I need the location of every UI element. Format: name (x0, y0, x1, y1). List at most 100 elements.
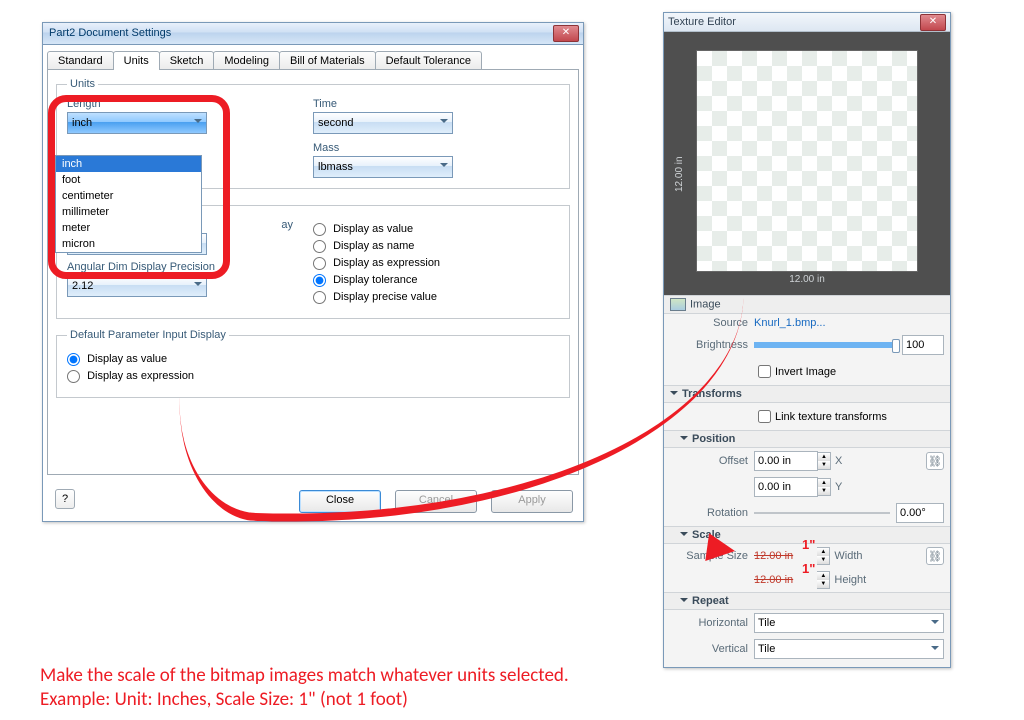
tab-modeling[interactable]: Modeling (213, 51, 280, 70)
radio-param-value[interactable]: Display as value (67, 353, 167, 365)
radio-display-name[interactable]: Display as name (313, 240, 414, 252)
tab-strip: StandardUnitsSketchModelingBill of Mater… (47, 51, 583, 70)
mass-combo[interactable]: lbmass (313, 156, 453, 178)
texture-preview (696, 50, 918, 272)
tab-bill-of-materials[interactable]: Bill of Materials (279, 51, 376, 70)
repeat-v-select[interactable]: Tile (754, 639, 944, 659)
invert-image-label: Invert Image (775, 366, 836, 378)
close-icon[interactable]: ✕ (553, 25, 579, 42)
radio-display-tolerance[interactable]: Display tolerance (313, 274, 417, 286)
annotation-text: Make the scale of the bitmap images matc… (40, 664, 569, 712)
offset-x-input[interactable] (754, 451, 818, 471)
time-label: Time (313, 98, 559, 110)
link-transforms-label: Link texture transforms (775, 411, 887, 423)
length-value: inch (72, 117, 92, 129)
height-caption: Height (834, 574, 866, 586)
spinner-buttons[interactable]: ▲▼ (818, 452, 831, 470)
brightness-slider[interactable] (754, 338, 896, 352)
close-button[interactable]: Close (299, 490, 381, 513)
source-row: Source Knurl_1.bmp... (664, 314, 950, 332)
invert-image-checkbox[interactable] (758, 365, 771, 378)
rotation-value[interactable] (896, 503, 944, 523)
document-settings-dialog: Part2 Document Settings ✕ StandardUnitsS… (42, 22, 584, 522)
brightness-label: Brightness (670, 339, 748, 351)
texture-editor-dialog: Texture Editor ✕ 12.00 in 12.00 in Image… (663, 12, 951, 668)
image-icon (670, 298, 686, 311)
tab-page-units: Units Length inch Time second (47, 69, 579, 475)
texture-editor-titlebar: Texture Editor ✕ (664, 13, 950, 32)
chevron-down-icon (440, 119, 448, 127)
length-option-foot[interactable]: foot (56, 172, 201, 188)
help-icon[interactable]: ? (55, 489, 75, 509)
link-icon[interactable]: ⛓ (926, 547, 944, 565)
rotation-label: Rotation (670, 507, 748, 519)
length-dropdown[interactable]: inchfootcentimetermillimetermetermicron (55, 155, 202, 253)
brightness-row: Brightness (664, 332, 950, 358)
length-option-micron[interactable]: micron (56, 236, 201, 252)
dialog-titlebar: Part2 Document Settings ✕ (43, 23, 583, 45)
axis-bottom-label: 12.00 in (684, 274, 930, 285)
source-link[interactable]: Knurl_1.bmp... (754, 317, 826, 329)
close-icon[interactable]: ✕ (920, 14, 946, 31)
time-value: second (318, 117, 353, 129)
repeat-v-label: Vertical (670, 643, 748, 655)
param-input-legend: Default Parameter Input Display (67, 329, 229, 341)
width-caption: Width (834, 550, 862, 562)
spinner-buttons[interactable]: ▲▼ (817, 571, 830, 589)
radio-display-expression[interactable]: Display as expression (313, 257, 440, 269)
repeat-header[interactable]: Repeat (664, 592, 950, 610)
brightness-value[interactable] (902, 335, 944, 355)
apply-button: Apply (491, 490, 573, 513)
length-option-centimeter[interactable]: centimeter (56, 188, 201, 204)
offset-y-input[interactable] (754, 477, 818, 497)
dialog-buttons: Close Cancel Apply (43, 482, 583, 521)
axis-y-label: Y (835, 481, 842, 493)
link-transforms-checkbox[interactable] (758, 410, 771, 423)
texture-editor-title: Texture Editor (668, 13, 920, 31)
chevron-down-icon (931, 646, 939, 654)
chevron-down-icon (440, 163, 448, 171)
image-group-header[interactable]: Image (664, 295, 950, 314)
texture-preview-area: 12.00 in 12.00 in (664, 32, 950, 295)
radio-display-precise[interactable]: Display precise value (313, 291, 437, 303)
chevron-down-icon (194, 119, 202, 127)
chevron-down-icon (931, 620, 939, 628)
axis-x-label: X (835, 455, 842, 467)
units-legend: Units (67, 78, 98, 90)
annotation-arrow-head (705, 533, 750, 567)
length-option-inch[interactable]: inch (56, 156, 201, 172)
angular-precision-value: 2.12 (72, 280, 93, 292)
radio-param-expression[interactable]: Display as expression (67, 370, 194, 382)
angular-precision-combo[interactable]: 2.12 (67, 275, 207, 297)
rotation-slider[interactable] (754, 506, 890, 520)
length-combo[interactable]: inch (67, 112, 207, 134)
length-label: Length (67, 98, 313, 110)
tab-default-tolerance[interactable]: Default Tolerance (375, 51, 482, 70)
tab-units[interactable]: Units (113, 51, 160, 70)
radio-display-value[interactable]: Display as value (313, 223, 413, 235)
repeat-h-label: Horizontal (670, 617, 748, 629)
dialog-title: Part2 Document Settings (47, 23, 553, 44)
position-header[interactable]: Position (664, 430, 950, 448)
axis-left-label: 12.00 in (674, 156, 685, 192)
mass-value: lbmass (318, 161, 353, 173)
spinner-buttons[interactable]: ▲▼ (818, 478, 831, 496)
tab-sketch[interactable]: Sketch (159, 51, 215, 70)
scale-height-old: 12.00 in (754, 574, 800, 586)
link-icon[interactable]: ⛓ (926, 452, 944, 470)
repeat-h-select[interactable]: Tile (754, 613, 944, 633)
transforms-header[interactable]: Transforms (664, 385, 950, 403)
scale-width-old: 12.00 in (754, 550, 800, 562)
scale-height-new: 1" (802, 561, 815, 576)
offset-label: Offset (670, 455, 748, 467)
source-label: Source (670, 317, 748, 329)
scale-width-new: 1" (802, 537, 815, 552)
length-option-millimeter[interactable]: millimeter (56, 204, 201, 220)
tab-standard[interactable]: Standard (47, 51, 114, 70)
length-option-meter[interactable]: meter (56, 220, 201, 236)
spinner-buttons[interactable]: ▲▼ (817, 547, 830, 565)
time-combo[interactable]: second (313, 112, 453, 134)
cancel-button: Cancel (395, 490, 477, 513)
angular-precision-label: Angular Dim Display Precision (67, 261, 313, 273)
param-input-group: Default Parameter Input Display Display … (56, 329, 570, 398)
